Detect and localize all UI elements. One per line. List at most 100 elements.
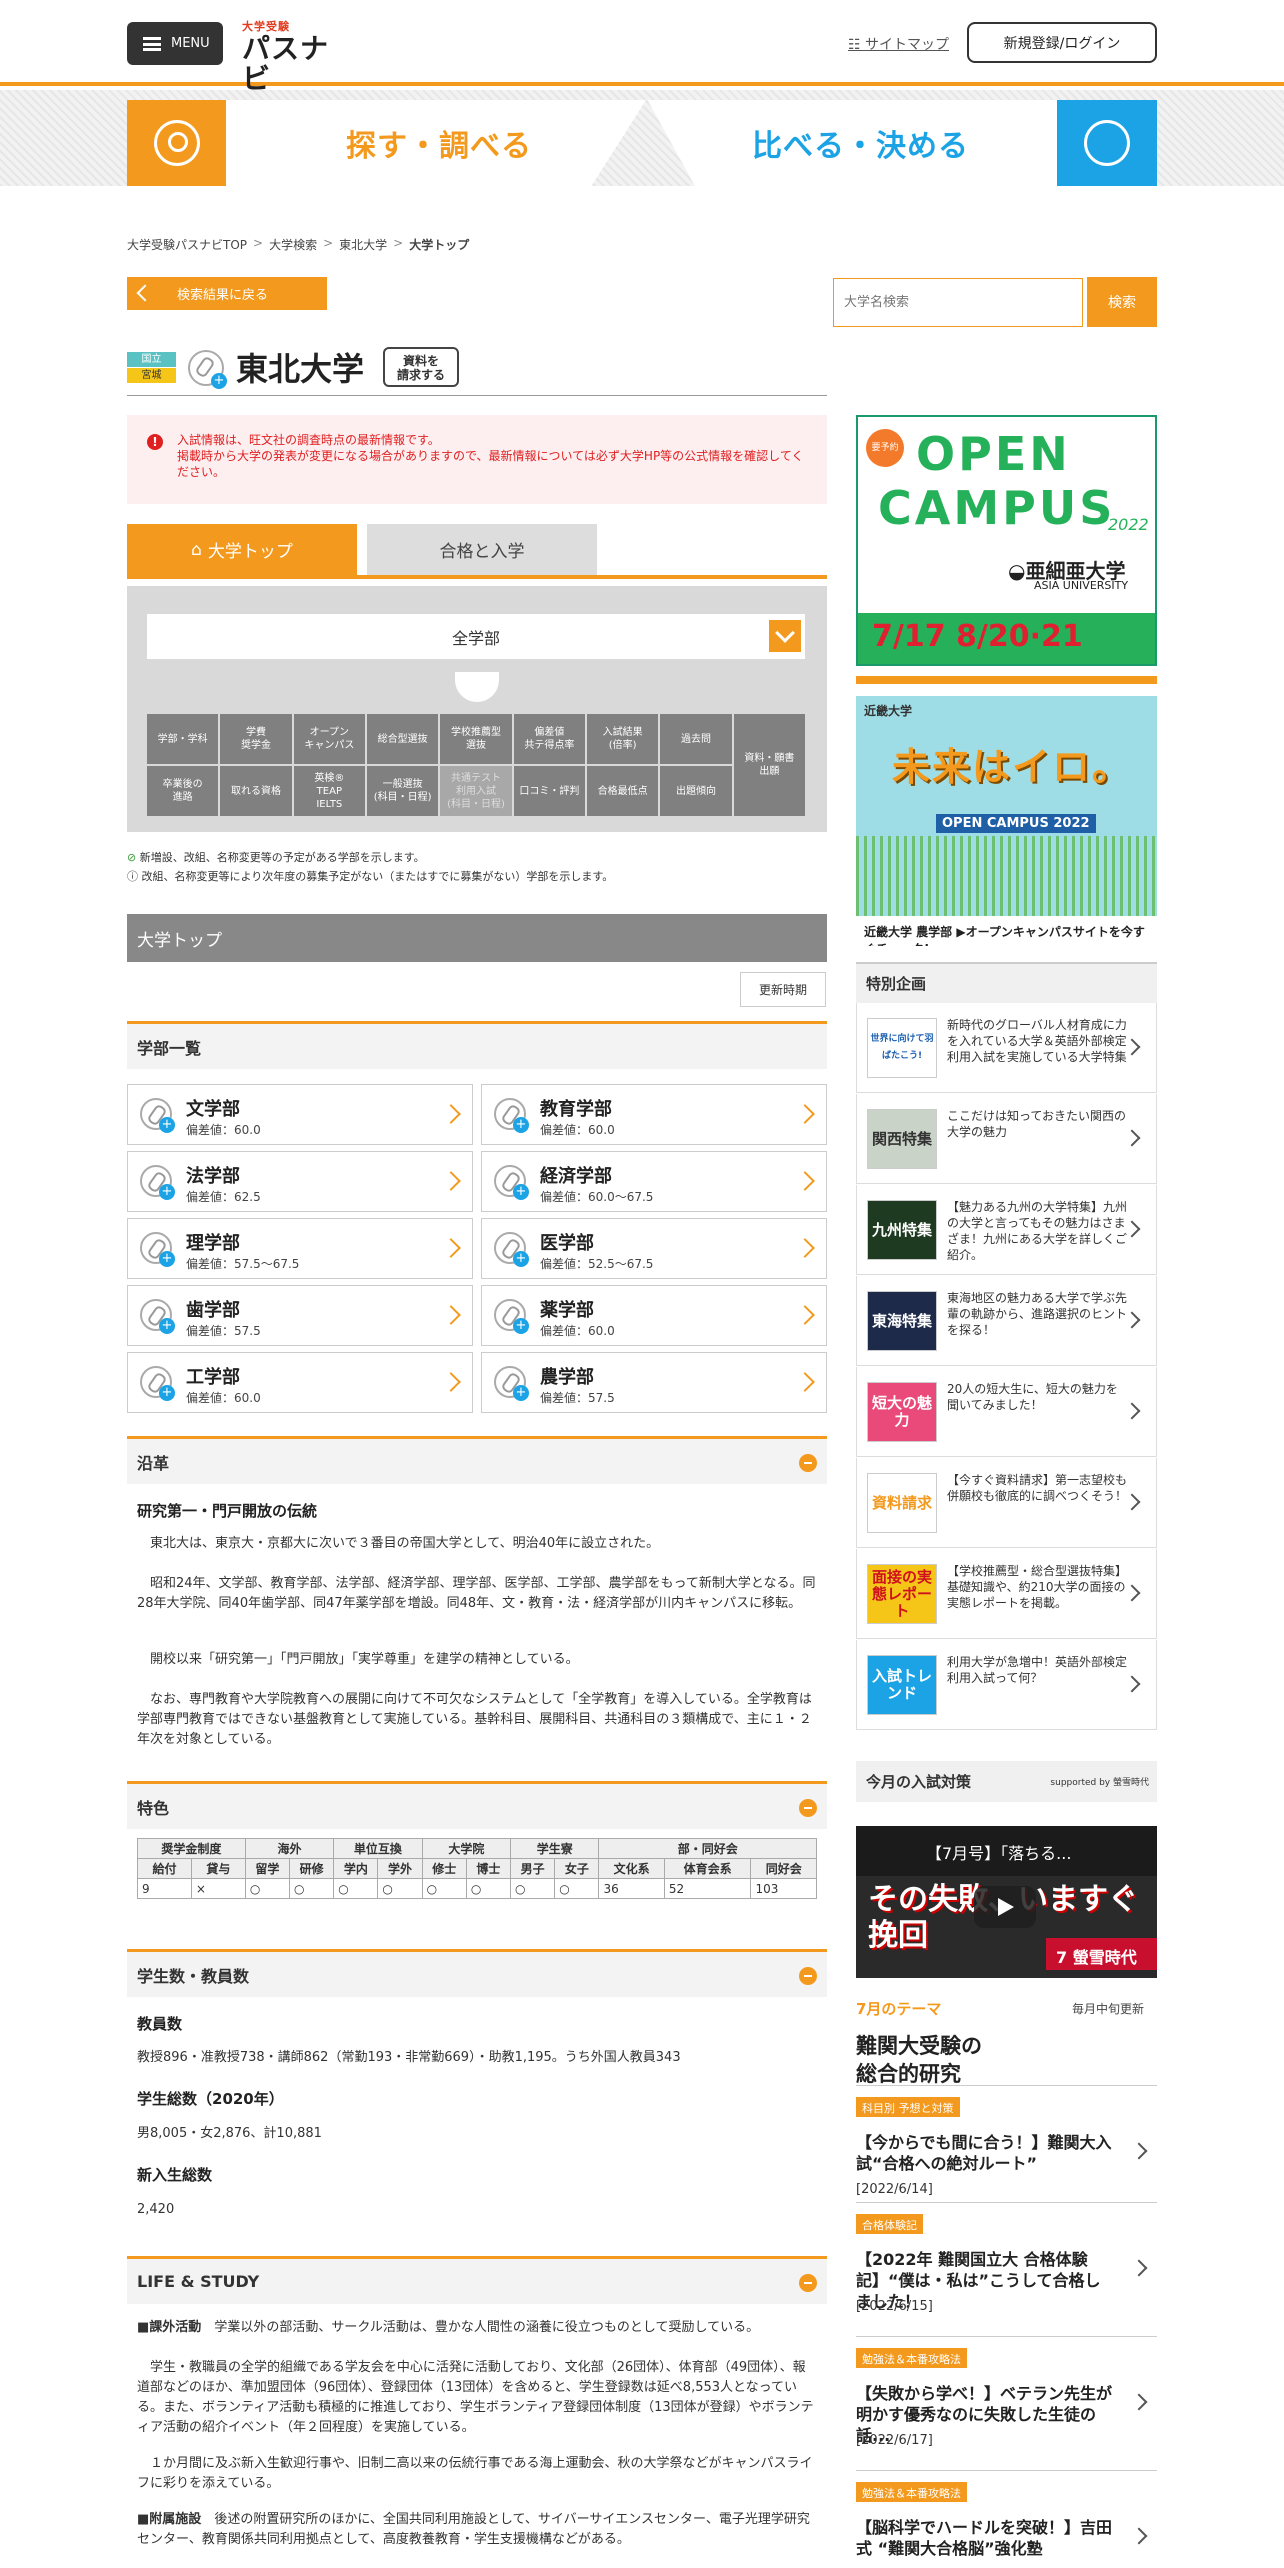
info-menu-item[interactable]: 出題傾向 [660,766,732,816]
info-menu-item[interactable]: 学部・学科 [147,714,219,764]
special-item[interactable]: 九州特集 【魅力ある九州の大学特集】九州の大学と言ってもその魅力はさまざま！九州に… [856,1185,1157,1275]
update-timing-button[interactable]: 更新時期 [740,972,826,1007]
table-cell: 103 [750,1878,817,1899]
clip-add-icon[interactable] [494,1299,529,1334]
collapse-icon[interactable] [799,1799,817,1817]
divider [856,2336,1157,2337]
clip-icon[interactable] [1057,100,1157,186]
faculty-card[interactable]: 歯学部偏差値：57.5 [127,1285,473,1346]
faculty-name: 歯学部 [186,1300,240,1321]
site-logo[interactable]: 大学受験 パスナビ [242,18,352,94]
back-to-results-button[interactable]: 検索結果に戻る [127,277,327,310]
info-menu-item[interactable]: 学校推薦型 選抜 [440,714,512,764]
special-item[interactable]: 東海特集 東海地区の魅力ある大学で学ぶ先輩の軌跡から、進路選択のヒントを探る！ [856,1276,1157,1366]
info-menu-item[interactable]: 取れる資格 [220,766,292,816]
search-icon[interactable] [127,100,226,186]
faculty-select[interactable]: 全学部 [147,614,805,659]
faculty-card[interactable]: 理学部偏差値：57.5〜67.5 [127,1218,473,1279]
video-player[interactable]: 【7月号】「落ちる... その失敗、いますぐ挽回 7 螢雪時代 [856,1826,1157,1978]
faculty-card[interactable]: 農学部偏差値：57.5 [481,1352,827,1413]
special-thumbnail: 入試トレンド [867,1655,937,1715]
clip-add-icon[interactable] [494,1165,529,1200]
info-menu-item[interactable]: 口コミ・評判 [513,766,585,816]
special-item[interactable]: 入試トレンド 利用大学が急増中！英語外部検定利用入試って何？ [856,1640,1157,1730]
breadcrumb-item[interactable]: 大学検索 [269,236,317,253]
asia-university-ad[interactable]: 要予約 OPEN CAMPUS 2022 ◒亜細亜大学 ASIA UNIVERS… [856,415,1157,666]
faculty-card[interactable]: 教育学部偏差値：60.0 [481,1084,827,1145]
faculty-card[interactable]: 薬学部偏差値：60.0 [481,1285,827,1346]
article-date: [2022/6/14] [856,2182,933,2197]
breadcrumb-item[interactable]: 東北大学 [339,236,387,253]
info-menu-item[interactable]: 一般選抜 (科目・日程) [367,766,439,816]
info-menu-item[interactable]: 偏差値 共テ得点率 [513,714,585,764]
collapse-icon[interactable] [799,2274,817,2292]
search-research-link[interactable]: 探す・調べる [226,100,646,186]
table-cell: 52 [663,1878,752,1899]
collapse-icon[interactable] [799,1454,817,1472]
life-study-heading[interactable]: LIFE & STUDY [127,2256,827,2304]
clip-add-icon[interactable] [140,1098,175,1133]
compare-decide-link[interactable]: 比べる・決める [647,100,1057,186]
history-paragraph: なお、専門教育や大学院教育への展開に向けて不可欠なシステムとして「全学教育」を導… [137,1692,812,1747]
breadcrumb-item[interactable]: 大学受験パスナビTOP [127,236,247,253]
faculty-deviation: 偏差値：60.0〜67.5 [540,1190,654,1204]
clip-add-icon[interactable] [140,1299,175,1334]
tab-admission[interactable]: 合格と入学 [367,524,597,575]
article-title[interactable]: 【今からでも間に合う！】難関大入試“合格への絶対ルート” [856,2132,1116,2174]
features-heading[interactable]: 特色 [127,1781,827,1829]
clip-add-icon[interactable] [140,1366,175,1401]
info-menu-item[interactable]: 英検® TEAP IELTS [293,766,365,816]
check-circle-icon: ⊘ [127,851,140,864]
menu-button[interactable]: MENU [127,22,223,65]
special-item[interactable]: 資料請求 【今すぐ資料請求】第一志望校も併願校も徹底的に調べつくそう！ [856,1458,1157,1548]
faculty-card[interactable]: 工学部偏差値：60.0 [127,1352,473,1413]
faculty-card[interactable]: 経済学部偏差値：60.0〜67.5 [481,1151,827,1212]
info-menu-item[interactable]: 過去問 [660,714,732,764]
clip-add-icon[interactable] [494,1232,529,1267]
special-item[interactable]: 世界に向けて羽ばたこう! 新時代のグローバル人材育成に力を入れている大学＆英語外部… [856,1003,1157,1093]
tab-university-top[interactable]: ⌂ 大学トップ [127,524,357,575]
info-menu-item[interactable]: 学費 奨学金 [220,714,292,764]
chevron-right-icon [441,1238,461,1258]
info-menu-item[interactable]: 入試結果 (倍率) [587,714,659,764]
history-paragraph: 東北大は、東京大・京都大に次いで３番目の帝国大学として、明治40年に設立された。 [150,1536,660,1551]
play-icon[interactable] [974,1886,1036,1928]
clip-add-icon[interactable] [188,350,227,389]
special-item[interactable]: 短大の魅力 20人の短大生に、短大の魅力を聞いてみました！ [856,1367,1157,1457]
info-menu-item[interactable]: 総合型選抜 [367,714,439,764]
clip-add-icon[interactable] [140,1232,175,1267]
info-menu-item[interactable]: 卒業後の 進路 [147,766,219,816]
clip-add-icon[interactable] [140,1165,175,1200]
special-text: 【学校推薦型・総合型選抜特集】基礎知識や、約210大学の面接の実態レポートを掲載… [947,1564,1128,1610]
faculty-card[interactable]: 法学部偏差値：62.5 [127,1151,473,1212]
faculty-card[interactable]: 医学部偏差値：52.5〜67.5 [481,1218,827,1279]
table-subheader: 男子 [510,1858,556,1879]
info-menu-item[interactable]: 合格最低点 [587,766,659,816]
theme-title: 難関大受験の 総合的研究 [856,2034,982,2086]
info-menu-item[interactable]: 共通テスト 利用入試 (科目・日程) [440,766,512,816]
kindai-ad[interactable]: 近畿大学 未来はイロ。 OPEN CAMPUS 2022 近畿大学 農学部 ▶オ… [856,696,1157,946]
clip-add-icon[interactable] [494,1098,529,1133]
university-search-input[interactable] [833,278,1083,327]
search-button[interactable]: 検索 [1087,277,1157,327]
breadcrumb: 大学受験パスナビTOP > 大学検索 > 東北大学 > 大学トップ [127,236,469,253]
special-item[interactable]: 関西特集 ここだけは知っておきたい関西の大学の魅力 [856,1094,1157,1184]
chevron-right-icon [441,1104,461,1124]
history-heading[interactable]: 沿革 [127,1436,827,1484]
staff-heading[interactable]: 学生数・教員数 [127,1949,827,1997]
special-item[interactable]: 面接の実態レポート 【学校推薦型・総合型選抜特集】基礎知識や、約210大学の面接の… [856,1549,1157,1639]
table-subheader: 博士 [465,1858,512,1879]
table-subheader: 貸与 [190,1858,246,1879]
info-menu-item[interactable]: オープン キャンパス [293,714,365,764]
article-title[interactable]: 【脳科学でハードルを突破！】吉田式 “難関大合格脳”強化塾 [856,2517,1116,2559]
faculty-deviation: 偏差値：60.0 [186,1391,261,1405]
sitemap-link[interactable]: ☷ サイトマップ [848,34,949,54]
clip-add-icon[interactable] [494,1366,529,1401]
table-header: 奨学金制度 [137,1838,246,1859]
info-menu-item[interactable]: 資料・願書 出願 [733,714,805,816]
collapse-icon[interactable] [799,1967,817,1985]
login-button[interactable]: 新規登録/ログイン [967,22,1157,63]
request-materials-button[interactable]: 資料を 請求する [383,347,459,387]
faculty-deviation: 偏差値：57.5 [540,1391,615,1405]
faculty-card[interactable]: 文学部偏差値：60.0 [127,1084,473,1145]
